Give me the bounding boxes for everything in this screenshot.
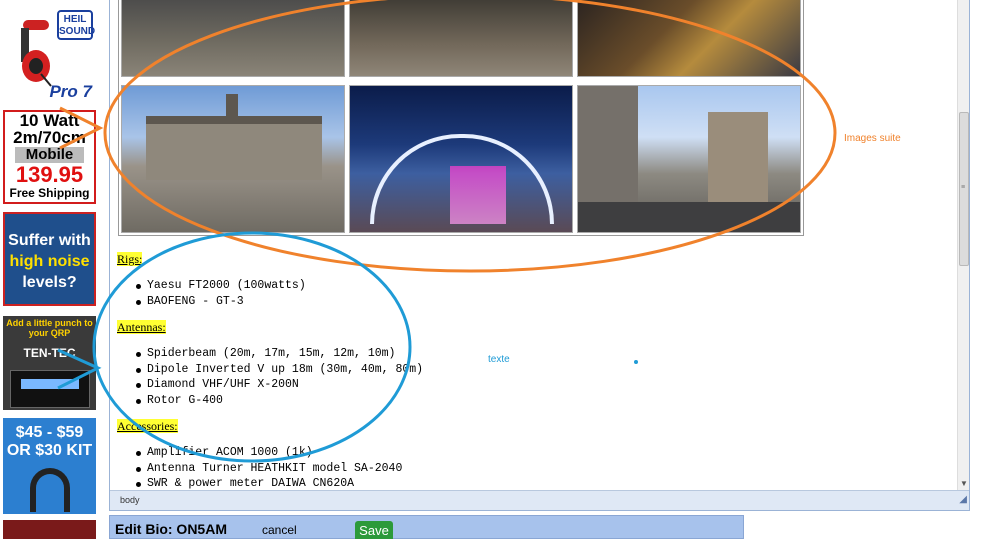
list-item: Amplifier ACOM 1000 (1k): [136, 445, 817, 461]
list-item: Rotor G-400: [136, 393, 817, 409]
list-item: Diamond VHF/UHF X-200N: [136, 377, 817, 393]
images-annotation-label: Images suite: [844, 133, 901, 144]
bottom-ad[interactable]: [3, 520, 96, 539]
pro7-model: Pro 7: [49, 82, 92, 101]
grip-icon: ≡: [961, 184, 966, 191]
section-rigs: Rigs: Yaesu FT2000 (100watts) BAOFENG - …: [117, 252, 817, 309]
ad-mobile-price: 139.95: [15, 162, 84, 187]
list-item: SWR & power meter DAIWA CN620A: [136, 476, 817, 490]
bio-text[interactable]: Rigs: Yaesu FT2000 (100watts) BAOFENG - …: [117, 252, 817, 490]
gallery-photo-palace[interactable]: [121, 85, 345, 233]
mobile-radio-ad[interactable]: 10 Watt 2m/70cm Mobile 139.95 Free Shipp…: [3, 110, 96, 204]
section-heading-rigs: Rigs:: [117, 252, 143, 266]
list-item: Dipole Inverted V up 18m (30m, 40m, 80m): [136, 362, 817, 378]
tentec-logo: TEN-TEC: [23, 346, 76, 360]
editor-scrollbar[interactable]: ≡ ▼: [957, 0, 969, 490]
kit-headphone-ad[interactable]: $45 - $59 OR $30 KIT: [3, 418, 96, 514]
radio-icon: [9, 370, 90, 408]
text-annotation-label: texte: [488, 354, 510, 365]
list-item: Spiderbeam (20m, 17m, 15m, 12m, 10m): [136, 346, 817, 362]
ad-noise-line3: levels?: [22, 274, 77, 291]
resize-handle-icon[interactable]: ◢: [959, 494, 967, 505]
editor-status-bar: body ◢: [110, 490, 969, 510]
headphone-icon: [29, 468, 70, 512]
list-item: Antenna Turner HEATHKIT model SA-2040: [136, 461, 817, 477]
heil-sound-logo: HEIL SOUND: [57, 10, 95, 40]
gallery-photo-station[interactable]: [349, 85, 573, 233]
section-heading-antennas: Antennas:: [117, 320, 166, 334]
headset-icon: [21, 20, 52, 87]
list-item: Yaesu FT2000 (100watts): [136, 278, 817, 294]
tentec-ad[interactable]: Add a little punch to your QRP TEN-TEC: [3, 316, 96, 410]
noise-ad[interactable]: Suffer with high noise levels?: [3, 212, 96, 306]
annotation-dot: [634, 360, 638, 364]
list-item: BAOFENG - GT-3: [136, 294, 817, 310]
editor-content-area[interactable]: Rigs: Yaesu FT2000 (100watts) BAOFENG - …: [110, 0, 958, 490]
section-accessories: Accessories: Amplifier ACOM 1000 (1k) An…: [117, 419, 817, 490]
cancel-link[interactable]: cancel: [262, 523, 297, 537]
ad-kit-line1: $45 - $59: [15, 424, 84, 441]
ad-noise-line2: high noise: [9, 253, 90, 270]
ad-kit-line2: OR $30 KIT: [6, 442, 93, 459]
gallery-photo-fountain[interactable]: [349, 0, 573, 77]
section-antennas: Antennas: Spiderbeam (20m, 17m, 15m, 12m…: [117, 320, 817, 408]
save-button[interactable]: Save: [355, 521, 393, 539]
gallery-photo-square[interactable]: [121, 0, 345, 77]
scroll-down-arrow-icon[interactable]: ▼: [960, 479, 968, 488]
gallery-photo-bridge-ornament[interactable]: [577, 0, 801, 77]
ad-mobile-line2: 2m/70cm: [13, 128, 86, 147]
section-heading-accessories: Accessories:: [117, 419, 178, 433]
ad-mobile-shipping: Free Shipping: [9, 186, 90, 200]
edit-bio-title: Edit Bio: ON5AM: [115, 521, 227, 537]
ad-mobile-line3: Mobile: [15, 147, 84, 163]
ad-tentec-tagline: Add a little punch to your QRP: [6, 318, 93, 338]
bio-editor: Rigs: Yaesu FT2000 (100watts) BAOFENG - …: [109, 0, 970, 511]
image-gallery-table: [118, 0, 804, 236]
heil-pro7-ad[interactable]: HEIL SOUND Pro 7: [3, 0, 96, 108]
ad-sidebar: HEIL SOUND Pro 7 10 Watt 2m/70cm Mobile …: [0, 0, 100, 539]
gallery-photo-street[interactable]: [577, 85, 801, 233]
edit-bio-bar: Edit Bio: ON5AM cancel Save: [109, 515, 744, 539]
ad-noise-line1: Suffer with: [8, 232, 91, 249]
element-path[interactable]: body: [120, 495, 140, 505]
